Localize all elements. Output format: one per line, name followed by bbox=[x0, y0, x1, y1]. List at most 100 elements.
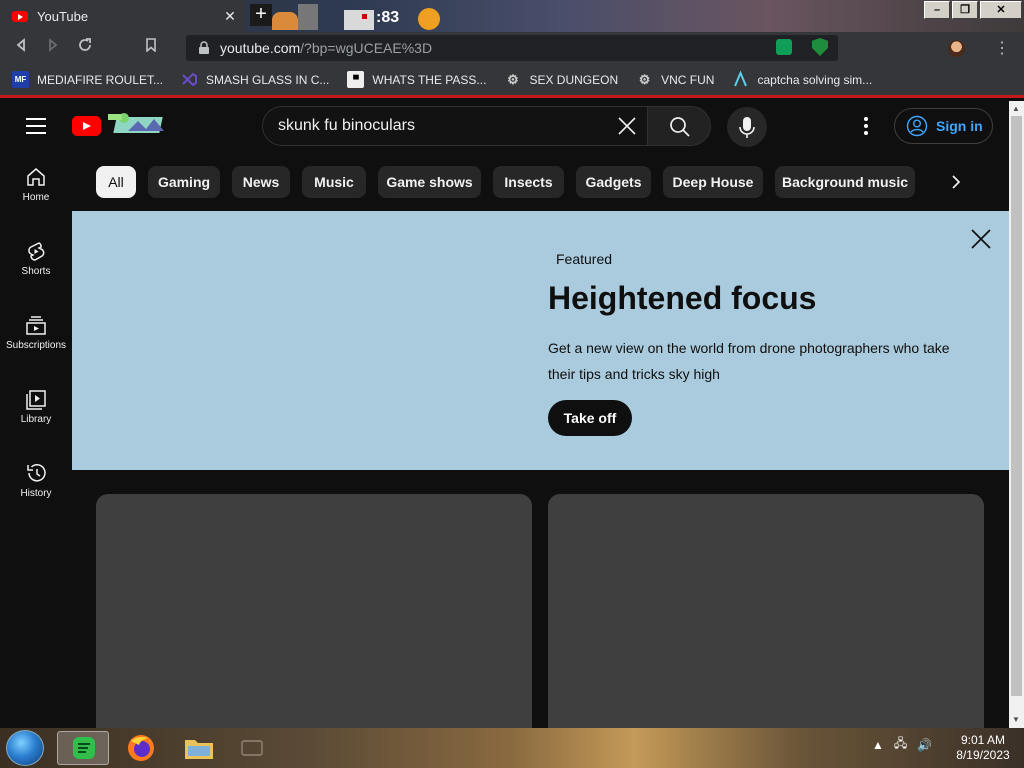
chat-icon bbox=[241, 740, 263, 756]
search-box: skunk fu binoculars bbox=[262, 106, 648, 146]
bookmark-item[interactable]: ▀ WHATS THE PASS... bbox=[347, 71, 486, 88]
voice-search-button[interactable] bbox=[727, 107, 767, 147]
bookmark-item[interactable]: ⚙ VNC FUN bbox=[636, 71, 715, 88]
account-icon bbox=[906, 115, 928, 137]
tray-expand-icon[interactable]: ▲ bbox=[872, 738, 884, 752]
sidebar-item-subscriptions[interactable]: Subscriptions bbox=[0, 301, 72, 371]
taskbar-app-chat[interactable] bbox=[228, 731, 280, 765]
volume-icon[interactable]: 🔊 bbox=[917, 738, 932, 752]
chip-gaming[interactable]: Gaming bbox=[148, 166, 220, 198]
folder-icon bbox=[185, 740, 213, 759]
browser-tab[interactable]: YouTube ✕ bbox=[0, 0, 244, 32]
sidebar-label: Home bbox=[22, 192, 50, 203]
chip-news[interactable]: News bbox=[232, 166, 290, 198]
bookmark-label: WHATS THE PASS... bbox=[372, 72, 487, 87]
tab-title: YouTube bbox=[37, 8, 89, 24]
bookmark-item[interactable]: SMASH GLASS IN C... bbox=[181, 71, 329, 88]
mediafire-icon: MF bbox=[12, 71, 29, 88]
sidebar-item-library[interactable]: Library bbox=[0, 375, 72, 445]
chevron-right-icon[interactable] bbox=[940, 166, 972, 198]
bookmark-label: captcha solving sim... bbox=[757, 72, 873, 87]
url-path: /?bp=wgUCEAE%3D bbox=[300, 40, 433, 56]
banner-title: Heightened focus bbox=[548, 280, 817, 316]
start-button-icon[interactable] bbox=[6, 730, 44, 766]
network-icon[interactable]: 🖧 bbox=[894, 734, 907, 755]
banner-description: Get a new view on the world from drone p… bbox=[548, 340, 950, 382]
browser-menu-icon[interactable]: ⋮ bbox=[994, 38, 1010, 58]
video-thumbnail-placeholder[interactable] bbox=[548, 494, 984, 728]
close-icon[interactable] bbox=[969, 227, 993, 251]
home-icon bbox=[27, 168, 45, 186]
search-icon bbox=[670, 117, 690, 137]
sidebar-item-shorts[interactable]: Shorts bbox=[0, 227, 72, 297]
filter-chips-bar: All Gaming News Music Game shows Insects… bbox=[96, 166, 1009, 199]
settings-more-icon[interactable] bbox=[856, 115, 876, 139]
bookmarks-bar: MF MEDIAFIRE ROULET... SMASH GLASS IN C.… bbox=[0, 64, 1024, 98]
tab-close-icon[interactable]: ✕ bbox=[220, 8, 240, 25]
sidebar-label: History bbox=[20, 488, 52, 499]
chip-game-shows[interactable]: Game shows bbox=[378, 166, 481, 198]
address-bar[interactable]: youtube.com /?bp=wgUCEAE%3D bbox=[186, 35, 838, 61]
reload-icon[interactable] bbox=[74, 37, 96, 59]
sidebar-label: Shorts bbox=[21, 266, 51, 277]
back-icon[interactable] bbox=[10, 37, 32, 59]
youtube-masthead: skunk fu binoculars Sign in bbox=[0, 101, 1009, 153]
youtube-doodle-logo[interactable] bbox=[104, 111, 168, 137]
bookmark-star-icon[interactable] bbox=[140, 37, 162, 59]
forward-icon[interactable] bbox=[42, 37, 64, 59]
mini-guide: Home Shorts Subscriptions Library Histor… bbox=[0, 153, 72, 728]
terminal-icon: ▀ bbox=[347, 71, 365, 88]
scroll-down-icon[interactable]: ▼ bbox=[1012, 715, 1020, 724]
url-host: youtube.com bbox=[220, 40, 301, 56]
youtube-logo-icon[interactable] bbox=[72, 116, 101, 136]
chip-music[interactable]: Music bbox=[302, 166, 366, 198]
clock-time: 9:01 AM bbox=[960, 733, 1006, 747]
spotify-extension-icon[interactable] bbox=[776, 39, 792, 55]
clear-search-icon[interactable] bbox=[607, 108, 647, 144]
windows-taskbar: ▲ 🖧 🔊 9:01 AM 8/19/2023 bbox=[0, 728, 1024, 768]
taskbar-app-firefox[interactable] bbox=[115, 731, 167, 765]
scrollbar-thumb[interactable] bbox=[1011, 116, 1022, 696]
search-input[interactable]: skunk fu binoculars bbox=[278, 117, 607, 135]
overlapping-window-fragments: :83 bbox=[272, 4, 442, 30]
bookmark-item[interactable]: ⚙ SEX DUNGEON bbox=[504, 71, 618, 88]
sidebar-label: Subscriptions bbox=[5, 340, 67, 351]
taskbar-clock[interactable]: 9:01 AM 8/19/2023 bbox=[948, 733, 1018, 763]
sidebar-label: Library bbox=[20, 414, 52, 425]
sidebar-item-home[interactable]: Home bbox=[0, 153, 72, 223]
featured-banner: Featured Heightened focus Get a new view… bbox=[72, 211, 1009, 470]
maximize-button[interactable]: ❐ bbox=[952, 1, 978, 19]
minimize-button[interactable]: – bbox=[924, 1, 950, 19]
browser-titlebar: YouTube ✕ + :83 – ❐ ✕ bbox=[0, 0, 1024, 32]
guide-menu-icon[interactable] bbox=[26, 118, 46, 134]
chip-gadgets[interactable]: Gadgets bbox=[576, 166, 651, 198]
browser-toolbar: youtube.com /?bp=wgUCEAE%3D ⋮ bbox=[0, 32, 1024, 64]
new-tab-button[interactable]: + bbox=[250, 4, 272, 26]
visualstudio-icon bbox=[181, 71, 198, 88]
chip-all[interactable]: All bbox=[96, 166, 136, 198]
page-scrollbar[interactable]: ▲ ▼ bbox=[1009, 101, 1024, 728]
profile-avatar[interactable] bbox=[948, 40, 965, 57]
subscriptions-icon bbox=[26, 316, 46, 335]
bookmark-item[interactable]: MF MEDIAFIRE ROULET... bbox=[12, 71, 163, 88]
video-thumbnail-placeholder[interactable] bbox=[96, 494, 532, 728]
app-fragment-icon bbox=[272, 12, 298, 30]
take-off-button[interactable]: Take off bbox=[548, 400, 632, 436]
chip-deep-house[interactable]: Deep House bbox=[663, 166, 763, 198]
bookmark-label: VNC FUN bbox=[661, 72, 715, 87]
close-window-button[interactable]: ✕ bbox=[980, 1, 1022, 19]
orange-ball-icon bbox=[418, 8, 440, 30]
youtube-page: skunk fu binoculars Sign in Home Shorts bbox=[0, 101, 1009, 728]
chip-background-music[interactable]: Background music bbox=[775, 166, 915, 198]
bookmark-item[interactable]: captcha solving sim... bbox=[732, 70, 873, 88]
sign-in-button[interactable]: Sign in bbox=[894, 108, 993, 144]
scroll-up-icon[interactable]: ▲ bbox=[1012, 104, 1020, 113]
chip-insects[interactable]: Insects bbox=[493, 166, 564, 198]
search-button[interactable] bbox=[647, 106, 711, 146]
system-tray: ▲ 🖧 🔊 bbox=[872, 734, 942, 755]
taskbar-app-explorer[interactable] bbox=[173, 731, 225, 765]
history-icon bbox=[27, 464, 46, 482]
sidebar-item-history[interactable]: History bbox=[0, 449, 72, 519]
clock-date: 8/19/2023 bbox=[956, 748, 1010, 762]
taskbar-app-chrome[interactable] bbox=[57, 731, 109, 765]
